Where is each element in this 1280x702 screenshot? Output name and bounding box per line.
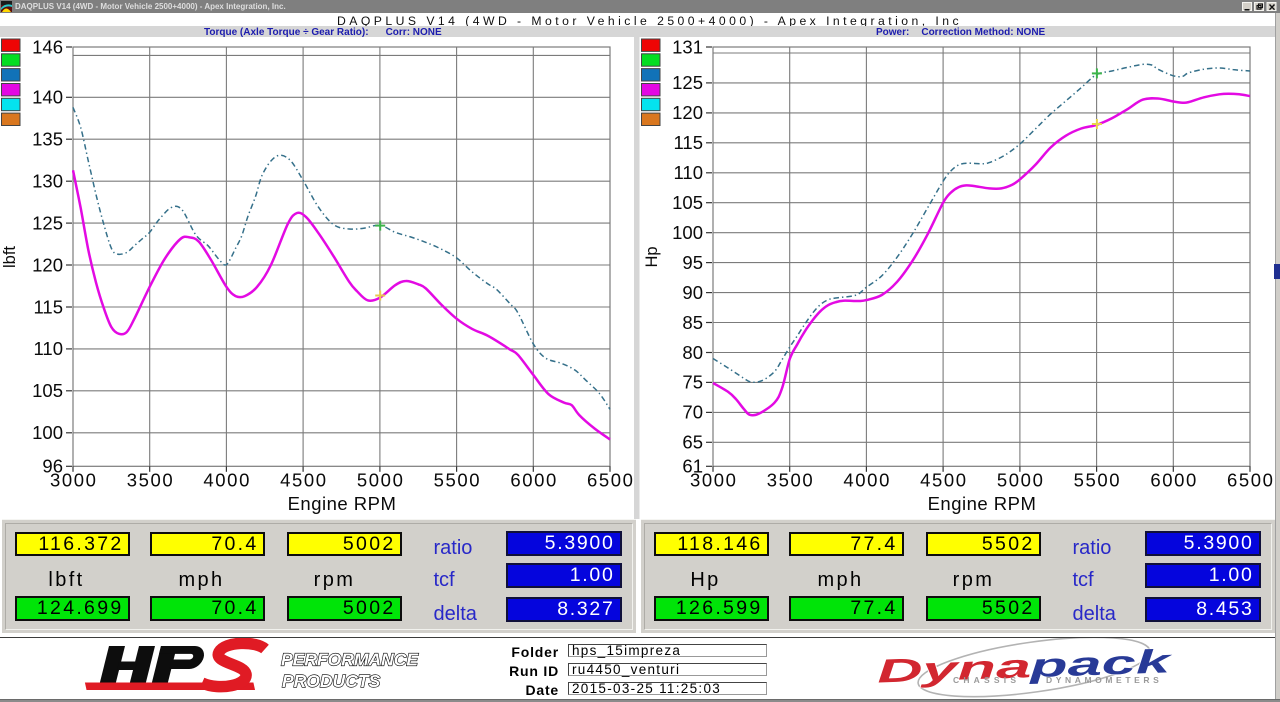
svg-text:105: 105 [672, 192, 703, 213]
svg-text:4000: 4000 [203, 470, 251, 491]
svg-text:4500: 4500 [920, 470, 968, 491]
svg-text:70: 70 [682, 402, 703, 423]
svg-text:lbft: lbft [1, 246, 19, 268]
svg-text:125: 125 [672, 72, 703, 93]
svg-text:PERFORMANCE: PERFORMANCE [281, 650, 419, 670]
svg-text:110: 110 [34, 338, 64, 359]
svg-text:Engine RPM: Engine RPM [928, 493, 1037, 514]
svg-text:6500: 6500 [1227, 470, 1275, 491]
svg-text:3500: 3500 [767, 470, 815, 491]
svg-text:96: 96 [42, 456, 63, 477]
svg-text:5500: 5500 [434, 470, 482, 491]
svg-text:140: 140 [32, 87, 63, 108]
svg-text:146: 146 [32, 37, 63, 57]
svg-text:80: 80 [682, 342, 703, 363]
svg-text:105: 105 [32, 380, 63, 401]
svg-text:5500: 5500 [1074, 470, 1122, 491]
svg-text:4000: 4000 [843, 470, 891, 491]
svg-text:130: 130 [32, 171, 63, 192]
svg-text:6500: 6500 [587, 470, 635, 491]
svg-text:PRODUCTS: PRODUCTS [282, 671, 381, 691]
svg-text:5000: 5000 [997, 470, 1045, 491]
svg-text:100: 100 [672, 222, 703, 243]
svg-text:CHASSIS: CHASSIS [953, 675, 1020, 685]
svg-text:6000: 6000 [510, 470, 558, 491]
svg-text:135: 135 [32, 129, 63, 150]
svg-text:65: 65 [682, 432, 703, 453]
svg-text:3500: 3500 [127, 470, 175, 491]
svg-text:85: 85 [682, 312, 703, 333]
svg-text:131: 131 [672, 37, 703, 57]
svg-text:5000: 5000 [357, 470, 405, 491]
svg-text:90: 90 [682, 282, 703, 303]
svg-text:100: 100 [32, 422, 63, 443]
svg-text:Engine RPM: Engine RPM [288, 493, 397, 514]
svg-text:61: 61 [682, 456, 703, 477]
svg-text:6000: 6000 [1150, 470, 1198, 491]
svg-text:115: 115 [34, 296, 64, 317]
svg-text:120: 120 [672, 102, 703, 123]
svg-text:115: 115 [674, 132, 704, 153]
svg-text:Hp: Hp [643, 246, 661, 267]
svg-text:125: 125 [32, 212, 63, 233]
svg-text:110: 110 [674, 162, 704, 183]
svg-text:95: 95 [682, 252, 703, 273]
svg-text:DYNAMOMETERS: DYNAMOMETERS [1046, 675, 1162, 685]
svg-text:4500: 4500 [280, 470, 328, 491]
svg-text:75: 75 [682, 372, 703, 393]
svg-text:120: 120 [32, 254, 63, 275]
